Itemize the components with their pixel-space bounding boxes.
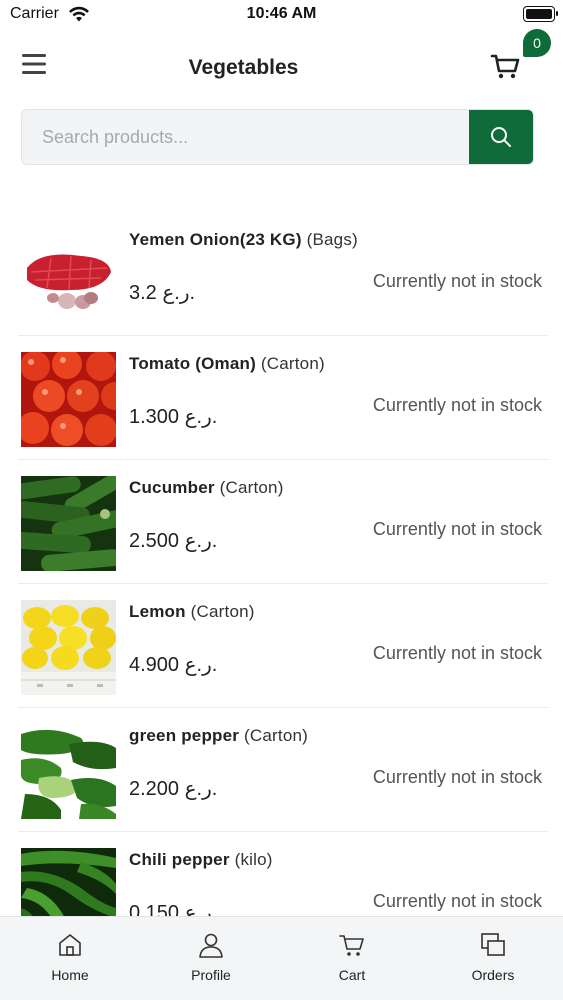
product-name: Chili pepper (kilo) [129,850,273,869]
search-icon [491,127,511,147]
stock-status: Currently not in stock [372,767,542,787]
status-time: 10:46 AM [246,5,317,22]
tab-bar: Home Profile Cart Orders [0,916,563,1000]
tab-cart[interactable]: Cart [282,917,422,1000]
search-bar [21,109,534,165]
stock-status: Currently not in stock [372,643,542,663]
page-title: Vegetables [188,56,299,79]
tab-label: Profile [191,967,231,983]
product-price: 1.300 ر.ع. [129,406,218,428]
profile-icon [199,933,223,958]
product-row[interactable]: Tomato (Oman) (Carton) 1.300 ر.ع. Curren… [18,336,548,460]
product-image-lemon [21,600,116,695]
product-price: 3.2 ر.ع. [129,282,196,304]
stock-status: Currently not in stock [372,395,542,415]
search-button[interactable] [469,110,533,164]
product-name: Cucumber (Carton) [129,478,284,497]
stock-status: Currently not in stock [372,519,542,539]
tab-label: Orders [471,967,515,983]
product-list: Yemen Onion(23 KG) (Bags) 3.2 ر.ع. Curre… [18,212,548,956]
product-price: 4.900 ر.ع. [129,654,218,676]
cart-icon [339,935,364,956]
product-row[interactable]: Cucumber (Carton) 2.500 ر.ع. Currently n… [18,460,548,584]
product-price: 2.500 ر.ع. [129,530,218,552]
product-name: Yemen Onion(23 KG) (Bags) [129,230,358,249]
search-input[interactable] [22,110,471,164]
product-name: green pepper (Carton) [129,726,308,745]
status-bar: Carrier 10:46 AM [0,0,563,30]
product-image-green-pepper [21,724,116,819]
tab-profile[interactable]: Profile [141,917,281,1000]
product-name: Lemon (Carton) [129,602,255,621]
stock-status: Currently not in stock [372,271,542,291]
product-image-onion [21,228,116,323]
header: Vegetables [0,40,563,96]
stock-status: Currently not in stock [372,891,542,911]
home-icon [59,934,81,956]
tab-home[interactable]: Home [0,917,140,1000]
cart-count-badge: 0 [523,29,551,57]
cart-icon[interactable] [489,50,523,82]
tab-label: Cart [338,967,366,983]
product-image-cucumber [21,476,116,571]
product-row[interactable]: green pepper (Carton) 2.200 ر.ع. Current… [18,708,548,832]
product-name: Tomato (Oman) (Carton) [129,354,325,373]
product-image-tomato [21,352,116,447]
battery-icon [523,6,558,22]
product-row[interactable]: Lemon (Carton) 4.900 ر.ع. Currently not … [18,584,548,708]
tab-orders[interactable]: Orders [423,917,563,1000]
product-price: 2.200 ر.ع. [129,778,218,800]
orders-icon [481,933,505,956]
tab-label: Home [51,967,89,983]
product-row[interactable]: Yemen Onion(23 KG) (Bags) 3.2 ر.ع. Curre… [18,212,548,336]
